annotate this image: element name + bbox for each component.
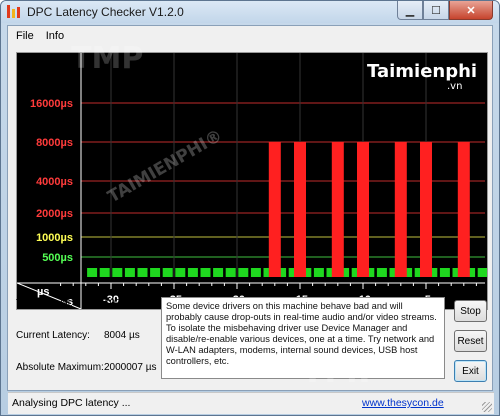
y-tick-label: 8000µs bbox=[36, 137, 73, 149]
latency-graph-svg: 16000µs8000µs4000µs2000µs1000µs500µsµss -… bbox=[17, 53, 487, 309]
menu-bar: File Info bbox=[8, 26, 492, 45]
y-tick-label: 4000µs bbox=[36, 176, 73, 188]
latency-bar-low bbox=[112, 268, 123, 277]
y-tick-label: 500µs bbox=[42, 252, 73, 264]
latency-bar-low bbox=[313, 268, 324, 277]
latency-bar-low bbox=[238, 268, 249, 277]
app-window: DPC Latency Checker V1.2.0 ▁ ☐ ✕ File In… bbox=[0, 0, 500, 416]
latency-bar-high bbox=[357, 142, 369, 277]
client-area: File Info 16000µs 8000µs 4000µs 2000µs 1000µ… bbox=[7, 25, 494, 414]
menu-info[interactable]: Info bbox=[46, 30, 64, 42]
latency-bar-low bbox=[150, 268, 161, 277]
latency-bar-low bbox=[439, 268, 450, 277]
test-interval-label: Test Interval: bbox=[16, 298, 73, 309]
latency-bar-high bbox=[420, 142, 432, 277]
status-text: Analysing DPC latency ... bbox=[12, 397, 131, 409]
y-tick-label: 2000µs bbox=[36, 208, 73, 220]
latency-bar-low bbox=[137, 268, 148, 277]
taimienphi-logo-suffix: .vn bbox=[447, 81, 462, 92]
maximize-button[interactable]: ☐ bbox=[423, 1, 449, 20]
latency-bar-low bbox=[87, 268, 98, 277]
latency-bar-low bbox=[99, 268, 110, 277]
test-interval-value: 1000 µs bbox=[104, 298, 140, 309]
latency-graph: 16000µs 8000µs 4000µs 2000µs 1000µs 500µs µs s -… bbox=[16, 52, 488, 310]
resize-grip-icon[interactable] bbox=[482, 402, 492, 412]
current-latency-value: 8004 µs bbox=[104, 330, 140, 341]
absolute-max-label: Absolute Maximum: bbox=[16, 362, 104, 373]
axis-unit-us: µs bbox=[37, 286, 49, 298]
watermark-taimienphi: TAIMIENPHI® bbox=[105, 126, 227, 208]
latency-bar-low bbox=[225, 268, 236, 277]
current-latency-label: Current Latency: bbox=[16, 330, 90, 341]
latency-bar-high bbox=[294, 142, 306, 277]
minimize-button[interactable]: ▁ bbox=[397, 1, 423, 20]
latency-bar-low bbox=[162, 268, 173, 277]
latency-bar-low bbox=[250, 268, 261, 277]
stop-button[interactable]: Stop bbox=[454, 300, 487, 322]
y-tick-label: 1000µs bbox=[36, 232, 73, 244]
close-button[interactable]: ✕ bbox=[449, 1, 493, 20]
latency-bar-low bbox=[376, 268, 387, 277]
latency-bar-low bbox=[477, 268, 487, 277]
latency-bar-low bbox=[175, 268, 186, 277]
latency-bar-low bbox=[187, 268, 198, 277]
latency-bar-high bbox=[457, 142, 470, 277]
absolute-max-value: 2000007 µs bbox=[104, 362, 157, 373]
latency-bar-high bbox=[394, 142, 407, 277]
latency-bar-low bbox=[124, 268, 135, 277]
window-title: DPC Latency Checker V1.2.0 bbox=[27, 5, 184, 19]
app-bars-icon bbox=[7, 5, 21, 18]
message-box: Some device drivers on this machine beha… bbox=[161, 297, 445, 379]
y-tick-label: 16000µs bbox=[30, 98, 73, 110]
taimienphi-logo: Taimienphi bbox=[367, 61, 477, 82]
latency-bar-low bbox=[200, 268, 211, 277]
website-link[interactable]: www.thesycon.de bbox=[362, 397, 444, 409]
latency-bar-low bbox=[213, 268, 224, 277]
reset-button[interactable]: Reset bbox=[454, 330, 487, 352]
status-bar: Analysing DPC latency ... www.thesycon.d… bbox=[8, 392, 494, 414]
exit-button[interactable]: Exit bbox=[454, 360, 487, 382]
latency-bar-high bbox=[331, 142, 344, 277]
latency-bar-high bbox=[268, 142, 281, 277]
title-bar[interactable]: DPC Latency Checker V1.2.0 ▁ ☐ ✕ bbox=[1, 1, 499, 23]
menu-file[interactable]: File bbox=[16, 30, 34, 42]
